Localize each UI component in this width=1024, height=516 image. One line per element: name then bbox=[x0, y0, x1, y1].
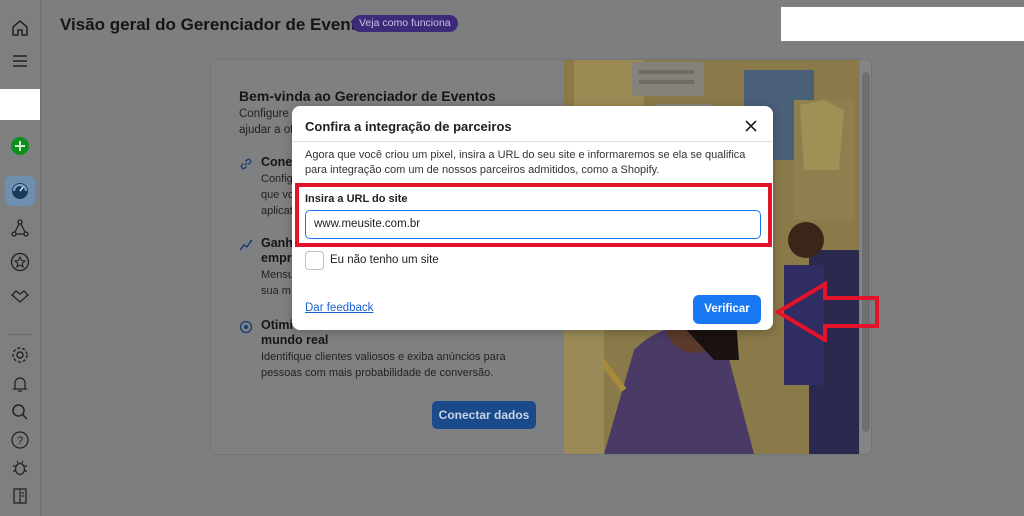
feedback-link[interactable]: Dar feedback bbox=[305, 302, 373, 314]
feature-desc-line: Config bbox=[261, 173, 293, 185]
feature-desc-line: Mensu bbox=[261, 269, 295, 281]
settings-icon[interactable] bbox=[8, 343, 32, 367]
verify-button[interactable]: Verificar bbox=[693, 295, 761, 324]
sparkle-chart-icon bbox=[239, 239, 253, 251]
search-icon[interactable] bbox=[8, 400, 32, 424]
no-site-label[interactable]: Eu não tenho um site bbox=[330, 254, 439, 266]
feature-desc-line: Identifique clientes valiosos e exiba an… bbox=[261, 351, 506, 363]
graph-icon[interactable] bbox=[8, 216, 32, 240]
connect-data-button[interactable]: Conectar dados bbox=[432, 401, 536, 429]
feature-title-line: mundo real bbox=[261, 333, 329, 347]
link-icon bbox=[240, 158, 252, 170]
redacted-block bbox=[781, 7, 1024, 41]
how-it-works-badge[interactable]: Veja como funciona bbox=[352, 15, 458, 32]
feature-desc-line: aplicat bbox=[261, 205, 293, 217]
home-icon[interactable] bbox=[8, 16, 32, 40]
dialog-description: Agora que você criou um pixel, insira a … bbox=[305, 149, 746, 176]
bell-icon[interactable] bbox=[8, 372, 32, 396]
highlight-box bbox=[295, 183, 772, 247]
menu-icon[interactable] bbox=[8, 49, 32, 73]
rail-divider bbox=[8, 334, 32, 335]
dialog-divider bbox=[292, 141, 773, 142]
svg-text:?: ? bbox=[17, 435, 23, 447]
feature-desc: Mensu sua m bbox=[261, 267, 294, 299]
no-site-checkbox[interactable] bbox=[305, 251, 324, 270]
feature-desc: Config que vo aplicat bbox=[261, 171, 294, 219]
close-icon[interactable] bbox=[744, 119, 758, 133]
redacted-block bbox=[0, 89, 40, 120]
page-title: Visão geral do Gerenciador de Eventos bbox=[60, 15, 377, 34]
target-icon bbox=[239, 320, 253, 334]
add-icon[interactable] bbox=[8, 134, 32, 158]
feature-desc-line: sua m bbox=[261, 285, 291, 297]
feature-desc: Identifique clientes valiosos e exiba an… bbox=[261, 349, 506, 381]
overview-icon[interactable] bbox=[5, 176, 35, 206]
welcome-heading: Bem-vinda ao Gerenciador de Eventos bbox=[239, 88, 496, 104]
report-icon[interactable] bbox=[8, 484, 32, 508]
card-scrollbar[interactable] bbox=[860, 60, 871, 454]
bug-icon[interactable] bbox=[8, 456, 32, 480]
scrollbar-thumb[interactable] bbox=[862, 72, 870, 432]
dialog-title: Confira a integração de parceiros bbox=[305, 119, 512, 134]
feature-desc-line: que vo bbox=[261, 189, 295, 201]
arrow-annotation bbox=[774, 280, 879, 342]
feature-desc-line: pessoas com mais probabilidade de conver… bbox=[261, 367, 494, 379]
left-nav-rail: ? bbox=[0, 0, 41, 516]
help-icon[interactable]: ? bbox=[8, 428, 32, 452]
star-icon[interactable] bbox=[8, 250, 32, 274]
handshake-icon[interactable] bbox=[8, 284, 32, 308]
